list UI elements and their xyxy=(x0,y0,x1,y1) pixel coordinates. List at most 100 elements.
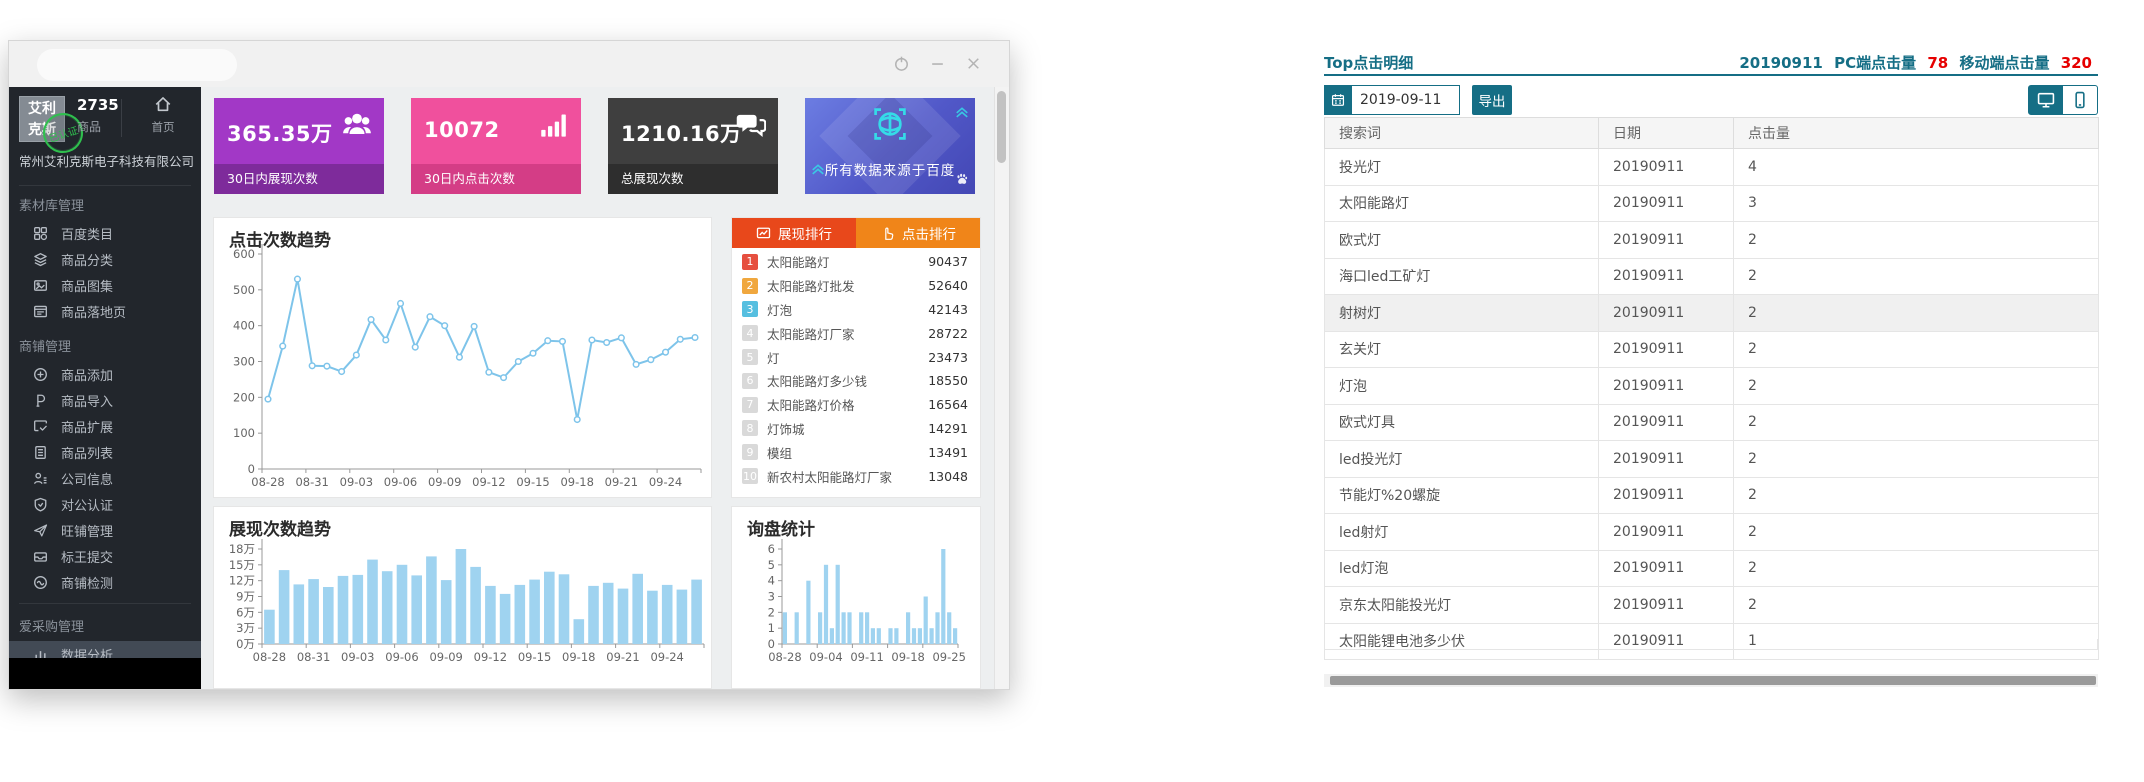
calendar-button[interactable] xyxy=(1324,85,1352,115)
keyword: 灯 xyxy=(767,348,928,367)
date-input[interactable] xyxy=(1352,85,1460,115)
table-row[interactable]: led投光灯201909112 xyxy=(1325,441,2099,478)
users-icon xyxy=(342,110,372,144)
svg-text:09-06: 09-06 xyxy=(385,650,418,664)
titlebar-logo-area xyxy=(37,49,237,81)
horizontal-scrollbar[interactable] xyxy=(1324,674,2098,687)
sidebar-item-label: 公司信息 xyxy=(61,469,113,488)
vertical-scrollbar[interactable] xyxy=(994,87,1009,689)
cell-clicks: 3 xyxy=(1734,185,2099,222)
cell-clicks: 2 xyxy=(1734,587,2099,624)
sidebar-section-title: 素材库管理 xyxy=(9,183,201,220)
svg-text:09-03: 09-03 xyxy=(341,650,374,664)
sidebar-item-商品导入[interactable]: 商品导入 xyxy=(9,387,201,413)
company-info-icon xyxy=(33,471,48,486)
sidebar-item-公司信息[interactable]: 公司信息 xyxy=(9,465,201,491)
landing-page-icon xyxy=(33,304,48,319)
window-power-button[interactable] xyxy=(891,53,911,73)
cell-keyword: 射树灯 xyxy=(1325,295,1599,332)
keyword: 灯饰城 xyxy=(767,419,928,438)
table-row[interactable]: 京东太阳能投光灯201909112 xyxy=(1325,587,2099,624)
ranking-row[interactable]: 4太阳能路灯厂家28722 xyxy=(732,321,980,345)
banner-text: 所有数据来源于百度 xyxy=(805,159,975,179)
cell-clicks: 2 xyxy=(1734,441,2099,478)
ranking-row[interactable]: 2太阳能路灯批发52640 xyxy=(732,274,980,298)
table-row[interactable]: 欧式灯201909112 xyxy=(1325,222,2099,259)
pc-view-toggle[interactable] xyxy=(2028,85,2063,115)
impressions-value: 52640 xyxy=(928,278,968,293)
cell-date: 20190911 xyxy=(1599,368,1734,405)
sidebar-item-商品列表[interactable]: 商品列表 xyxy=(9,439,201,465)
inquiry-stats-panel: 询盘统计 012345608-2809-0409-1109-1809-25 xyxy=(731,506,981,689)
table-row[interactable]: led灯泡201909112 xyxy=(1325,550,2099,587)
svg-text:08-28: 08-28 xyxy=(251,475,284,489)
scan-target-icon xyxy=(872,106,908,146)
impressions-value: 42143 xyxy=(928,302,968,317)
cell-clicks: 2 xyxy=(1734,295,2099,332)
rank-badge: 3 xyxy=(742,301,758,317)
sidebar-item-对公认证[interactable]: 对公认证 xyxy=(9,491,201,517)
mobile-view-toggle[interactable] xyxy=(2063,85,2098,115)
ranking-row[interactable]: 10新农村太阳能路灯厂家13048 xyxy=(732,464,980,488)
table-row[interactable]: led射灯201909112 xyxy=(1325,514,2099,551)
cell-keyword: led射灯 xyxy=(1325,514,1599,551)
svg-text:100: 100 xyxy=(233,426,255,440)
ranking-row[interactable]: 7太阳能路灯价格16564 xyxy=(732,393,980,417)
layers-icon xyxy=(33,252,48,267)
ranking-tab-展现排行[interactable]: 展现排行 xyxy=(732,218,856,248)
sidebar-item-商品落地页[interactable]: 商品落地页 xyxy=(9,298,201,324)
sidebar-item-商品分类[interactable]: 商品分类 xyxy=(9,246,201,272)
cell-date: 20190911 xyxy=(1599,404,1734,441)
list-icon xyxy=(33,445,48,460)
sidebar-item-label: 商品添加 xyxy=(61,365,113,384)
table-header-点击量: 点击量 xyxy=(1734,118,2099,149)
cell-keyword: 欧式灯 xyxy=(1325,222,1599,259)
keyword: 灯泡 xyxy=(767,300,928,319)
sidebar-item-商品扩展[interactable]: 商品扩展 xyxy=(9,413,201,439)
sidebar-item-label: 标王提交 xyxy=(61,547,113,566)
ranking-row[interactable]: 5灯23473 xyxy=(732,345,980,369)
sidebar-item-label: 商品扩展 xyxy=(61,417,113,436)
cell-clicks: 2 xyxy=(1734,550,2099,587)
ranking-row[interactable]: 8灯饰城14291 xyxy=(732,417,980,441)
stat-label: 30日内点击次数 xyxy=(411,164,581,194)
table-row[interactable]: 海口led工矿灯201909112 xyxy=(1325,258,2099,295)
cell-date: 20190911 xyxy=(1599,295,1734,332)
sidebar-item-旺铺管理[interactable]: 旺铺管理 xyxy=(9,517,201,543)
click-detail-panel: Top点击明细 20190911 PC端点击量 78 移动端点击量 320 导出… xyxy=(1324,48,2098,693)
stat-label: 总展现次数 xyxy=(608,164,778,194)
table-row[interactable]: 节能灯%20螺旋201909112 xyxy=(1325,477,2099,514)
window-close-button[interactable] xyxy=(963,53,983,73)
grid-icon xyxy=(33,226,48,241)
scrollbar-thumb[interactable] xyxy=(1330,676,2096,685)
impressions-value: 13048 xyxy=(928,469,968,484)
sidebar-item-商铺检测[interactable]: 商铺检测 xyxy=(9,569,201,595)
rank-badge: 5 xyxy=(742,349,758,365)
table-row[interactable]: 射树灯201909112 xyxy=(1325,295,2099,332)
ranking-row[interactable]: 1太阳能路灯90437 xyxy=(732,250,980,274)
svg-text:09-21: 09-21 xyxy=(605,475,638,489)
ranking-row[interactable]: 6太阳能路灯多少钱18550 xyxy=(732,369,980,393)
home-button[interactable]: 首页 xyxy=(141,95,185,135)
sidebar-item-商品添加[interactable]: 商品添加 xyxy=(9,361,201,387)
sidebar-item-商品图集[interactable]: 商品图集 xyxy=(9,272,201,298)
cell-keyword: 海口led工矿灯 xyxy=(1325,258,1599,295)
sidebar-item-标王提交[interactable]: 标王提交 xyxy=(9,543,201,569)
sidebar-item-百度类目[interactable]: 百度类目 xyxy=(9,220,201,246)
ranking-row[interactable]: 3 灯泡42143 xyxy=(732,298,980,322)
svg-text:09-09: 09-09 xyxy=(429,650,462,664)
baidu-data-banner[interactable]: 所有数据来源于百度 xyxy=(805,98,975,194)
export-button[interactable]: 导出 xyxy=(1472,85,1512,115)
table-row[interactable]: 投光灯201909114 xyxy=(1325,149,2099,186)
rank-badge: 8 xyxy=(742,420,758,436)
table-row[interactable]: 欧式灯具201909112 xyxy=(1325,404,2099,441)
table-row[interactable]: 玄关灯201909112 xyxy=(1325,331,2099,368)
ranking-tab-点击排行[interactable]: 点击排行 xyxy=(856,218,980,248)
baidu-paw-icon xyxy=(955,171,969,190)
window-minimize-button[interactable] xyxy=(927,53,947,73)
table-row[interactable]: 灯泡201909112 xyxy=(1325,368,2099,405)
scrollbar-thumb[interactable] xyxy=(997,91,1006,163)
ranking-row[interactable]: 9模组13491 xyxy=(732,440,980,464)
table-row[interactable]: 太阳能路灯201909113 xyxy=(1325,185,2099,222)
cell-clicks: 2 xyxy=(1734,258,2099,295)
